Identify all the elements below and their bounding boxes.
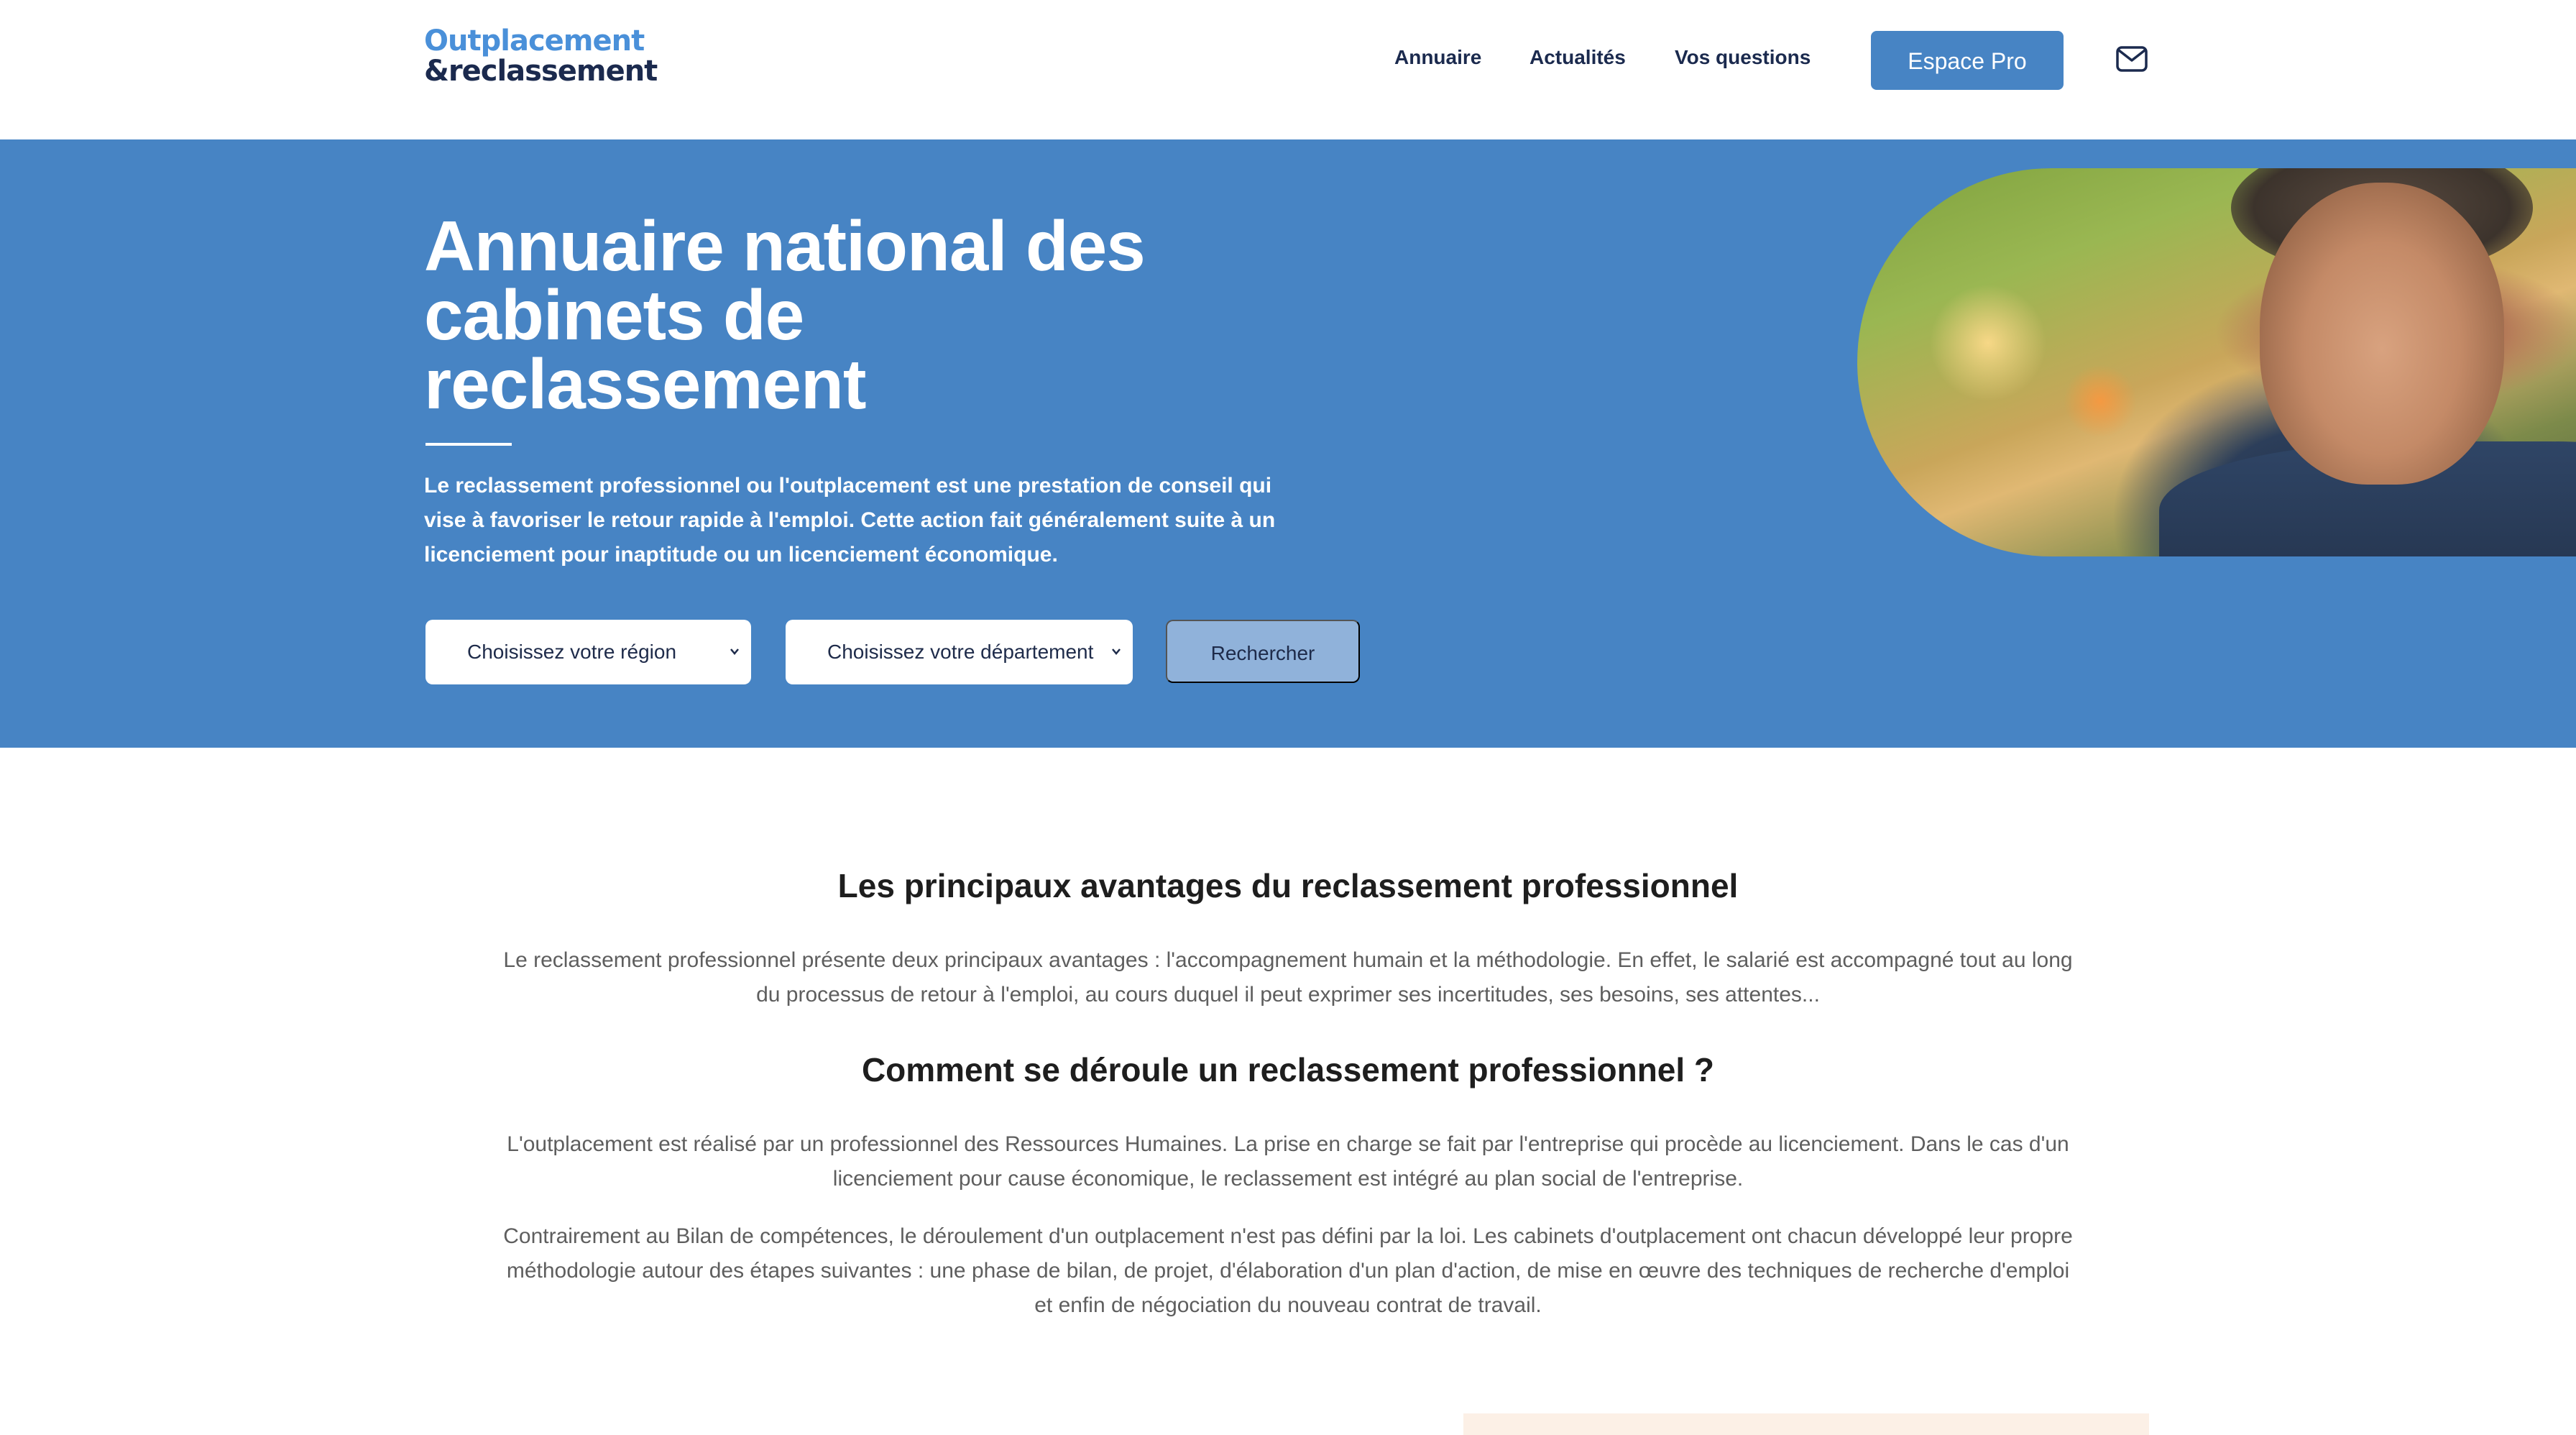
logo-line-2: &reclassement [424,55,658,88]
hero-banner: Annuaire national des cabinets de reclas… [0,139,2576,748]
site-logo[interactable]: Outplacement &reclassement [424,24,658,91]
hero-title: Annuaire national des cabinets de reclas… [424,206,1146,423]
logo-line-1: Outplacement [424,24,645,58]
chevron-down-icon [725,620,744,684]
section-paragraph-deroulement-1: L'outplacement est réalisé par un profes… [507,1132,2069,1191]
department-select-value: Choisissez votre département [827,641,1094,663]
section-title-deroulement: Comment se déroule un reclassement profe… [861,1051,1715,1088]
department-select[interactable]: Choisissez votre département [786,620,1133,684]
site-header: Outplacement &reclassement Annuaire Actu… [0,0,2576,139]
photo-face [2260,183,2504,485]
region-select-value: Choisissez votre région [467,641,677,663]
chevron-down-icon [1107,620,1126,684]
espace-pro-button[interactable]: Espace Pro [1871,31,2064,90]
section-paragraph-deroulement-2: Contrairement au Bilan de compétences, l… [503,1224,2073,1317]
hero-photo [1857,168,2576,556]
nav-link-actualites[interactable]: Actualités [1530,42,1626,73]
mail-icon[interactable] [2116,46,2148,72]
nav-link-vos-questions[interactable]: Vos questions [1675,42,1811,73]
section-paragraph-avantages: Le reclassement professionnel présente d… [503,948,2073,1007]
search-button[interactable]: Rechercher [1166,620,1360,683]
region-select[interactable]: Choisissez votre région [426,620,751,684]
info-card [1463,1413,2149,1435]
section-title-avantages: Les principaux avantages du reclassement… [837,867,1739,904]
nav-link-annuaire[interactable]: Annuaire [1394,42,1481,73]
hero-divider [426,443,512,446]
hero-intro: Le reclassement professionnel ou l'outpl… [424,474,1276,567]
